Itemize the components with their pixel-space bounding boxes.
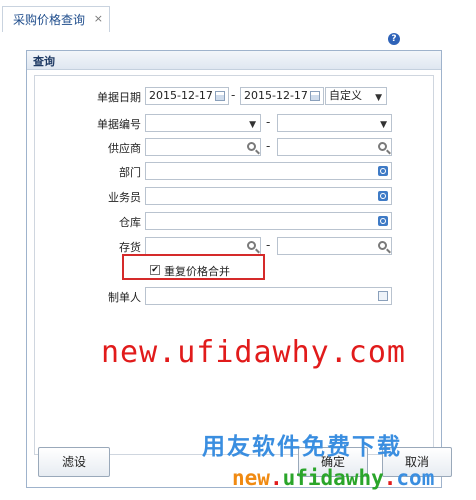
search-icon[interactable] xyxy=(247,142,256,151)
salesperson-input[interactable] xyxy=(145,187,392,205)
date-from-input[interactable]: 2015-12-17 xyxy=(145,87,229,105)
dialog-title: 查询 xyxy=(33,55,55,68)
inventory-from-input[interactable] xyxy=(145,237,261,255)
wm-com: com xyxy=(396,466,435,490)
merge-repeat-checkbox[interactable]: ✔ xyxy=(150,265,160,275)
calendar-icon[interactable] xyxy=(215,91,225,101)
close-icon[interactable]: × xyxy=(94,12,103,25)
merge-repeat-label: 重复价格合并 xyxy=(164,265,230,278)
tab-label: 采购价格查询 xyxy=(13,13,86,27)
range-separator: - xyxy=(266,139,271,153)
filter-button[interactable]: 滤设 xyxy=(38,447,110,477)
dialog-header: 查询 xyxy=(27,51,441,70)
date-range-select[interactable]: 自定义 ▼ xyxy=(325,87,387,105)
range-separator: - xyxy=(266,115,271,129)
chevron-down-icon: ▼ xyxy=(249,120,256,130)
help-icon[interactable]: ? xyxy=(388,33,400,45)
date-to-input[interactable]: 2015-12-17 xyxy=(240,87,324,105)
wm-ufida: ufidawhy xyxy=(282,466,384,490)
date-range-value: 自定义 xyxy=(329,89,362,102)
tab-purchase-price-query[interactable]: 采购价格查询 × xyxy=(2,6,110,32)
department-input[interactable] xyxy=(145,162,392,180)
inventory-to-input[interactable] xyxy=(277,237,392,255)
reference-icon[interactable] xyxy=(378,166,388,176)
doc-no-from-select[interactable]: ▼ xyxy=(145,114,261,132)
label-creator: 制单人 xyxy=(108,291,141,304)
watermark-slogan: 用友软件免费下载 xyxy=(202,434,402,460)
search-icon[interactable] xyxy=(378,241,387,250)
label-warehouse: 仓库 xyxy=(119,216,141,229)
date-to-value: 2015-12-17 xyxy=(244,89,308,102)
reference-icon[interactable] xyxy=(378,216,388,226)
label-inventory: 存货 xyxy=(119,241,141,254)
range-separator: - xyxy=(266,238,271,252)
chevron-down-icon: ▼ xyxy=(380,120,387,130)
supplier-from-input[interactable] xyxy=(145,138,261,156)
supplier-to-input[interactable] xyxy=(277,138,392,156)
label-doc-no: 单据编号 xyxy=(97,118,141,131)
label-doc-date: 单据日期 xyxy=(97,91,141,104)
calendar-icon[interactable] xyxy=(310,91,320,101)
wm-new: new xyxy=(232,466,270,490)
range-separator: - xyxy=(231,88,236,102)
search-icon[interactable] xyxy=(378,142,387,151)
edit-icon[interactable] xyxy=(378,291,388,301)
label-department: 部门 xyxy=(119,166,141,179)
doc-no-to-select[interactable]: ▼ xyxy=(277,114,392,132)
tab-bar: 采购价格查询 × xyxy=(0,0,476,34)
warehouse-input[interactable] xyxy=(145,212,392,230)
wm-dot: . xyxy=(383,466,397,490)
watermark-color-url: new.ufidawhy.com xyxy=(232,466,434,490)
date-from-value: 2015-12-17 xyxy=(149,89,213,102)
reference-icon[interactable] xyxy=(378,191,388,201)
search-icon[interactable] xyxy=(247,241,256,250)
creator-input[interactable] xyxy=(145,287,392,305)
label-supplier: 供应商 xyxy=(108,142,141,155)
label-salesperson: 业务员 xyxy=(108,191,141,204)
wm-dot: . xyxy=(269,466,283,490)
chevron-down-icon: ▼ xyxy=(375,93,382,103)
watermark-url: new.ufidawhy.com xyxy=(101,335,406,370)
